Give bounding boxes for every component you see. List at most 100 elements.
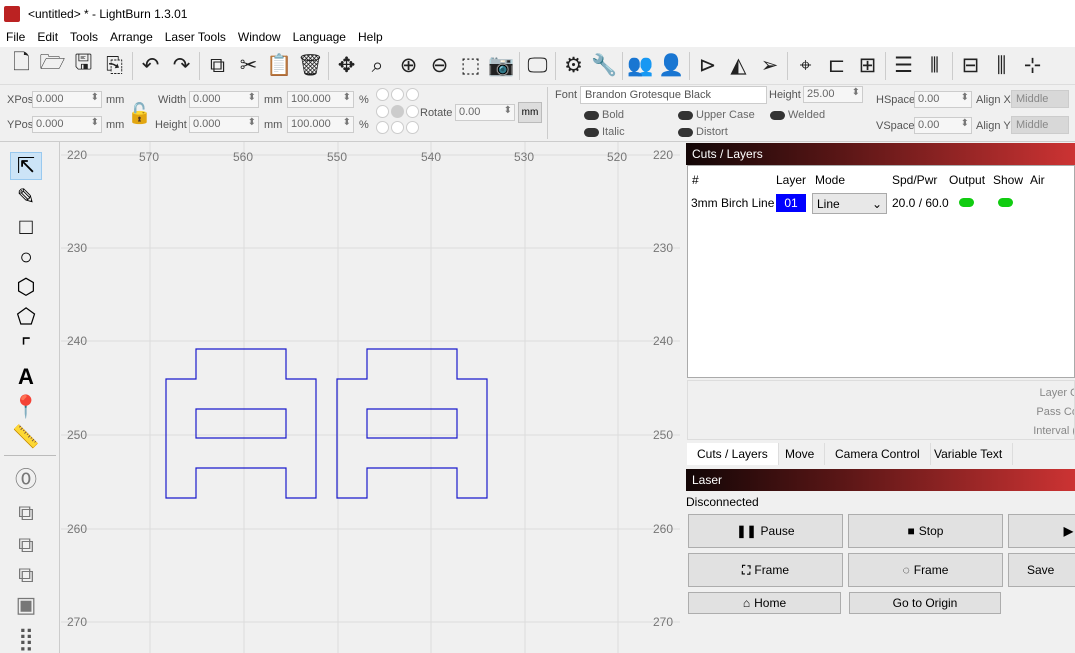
tab-variable-text[interactable]: Variable Text [924,443,1014,465]
zoom-fit-icon[interactable]: ⌕ [362,51,393,81]
rectangle-icon[interactable]: □ [10,213,42,241]
italic-toggle[interactable]: Italic [584,126,625,138]
scale-height-input[interactable]: 100.000 [287,116,354,133]
width-input[interactable]: 0.000 [189,91,259,108]
target-icon[interactable]: ⌖ [790,51,821,81]
stop-button[interactable]: ■ Stop [848,514,1003,548]
settings-icon[interactable]: ⚙ [558,51,589,81]
menu-file[interactable]: File [0,30,31,44]
undo-icon[interactable]: ↶ [135,51,166,81]
frame-icon[interactable]: ⌜ [10,333,42,361]
polygon-icon[interactable]: ⬡ [10,273,42,301]
ruler-icon[interactable]: 📏 [10,423,42,451]
zoom-in-icon[interactable]: ⊕ [393,51,424,81]
anchor-selector[interactable] [376,88,419,136]
pentagon-icon[interactable]: ⬠ [10,303,42,331]
paste-icon[interactable]: 📋 [264,51,295,81]
height-input[interactable]: 0.000 [189,116,259,133]
rotate-input[interactable]: 0.00 [455,104,515,121]
align-middle-icon[interactable]: ⫴ [919,51,950,81]
zoom-out-icon[interactable]: ⊖ [424,51,455,81]
menu-tools[interactable]: Tools [64,30,104,44]
distribute-v-icon[interactable]: ⫼ [986,51,1017,81]
menu-language[interactable]: Language [287,30,352,44]
boolean-intersect-icon[interactable]: ⧉ [10,561,42,589]
distort-toggle[interactable]: Distort [678,126,728,138]
design-canvas[interactable]: 570 560 550 540 530 520 220 230 240 250 … [61,142,680,653]
distribute-h-icon[interactable]: ⊟ [955,51,986,81]
lock-icon[interactable]: 🔓 [127,101,152,126]
output-toggle[interactable] [959,198,974,207]
user-icon[interactable]: 👤 [656,51,687,81]
align-left-icon[interactable]: ⊏ [821,51,852,81]
home-button[interactable]: ⌂ Home [688,592,841,614]
font-select[interactable]: Brandon Grotesque Black [580,86,767,104]
mode-select[interactable]: Line ⌄ [812,192,887,214]
shape-outline-1[interactable] [165,348,317,499]
cut-icon[interactable]: ✂ [233,51,264,81]
tab-camera-control[interactable]: Camera Control [825,443,931,465]
shape-outline-2[interactable] [336,348,488,499]
send-icon[interactable]: ➢ [754,51,785,81]
canvas-svg[interactable] [61,142,680,653]
grid-array-icon[interactable]: ⣿ [10,625,42,653]
xpos-input[interactable]: 0.000 [32,91,102,108]
layer-row[interactable]: 3mm Birch Line 01 Line ⌄ 20.0 / 60.0 [688,190,1045,216]
text-height-input[interactable]: 25.00 [803,86,863,103]
group-icon[interactable]: 👥 [625,51,656,81]
open-folder-icon[interactable]: 🗁 [37,51,68,81]
save-gcode-button[interactable]: Save [1008,553,1075,587]
bold-toggle[interactable]: Bold [584,109,624,121]
tools-icon[interactable]: 🔧 [589,51,620,81]
upper-case-toggle[interactable]: Upper Case [678,109,755,121]
new-file-icon[interactable]: 🗋 [6,51,37,81]
hspace-input[interactable]: 0.00 [914,91,972,108]
menu-edit[interactable]: Edit [31,30,64,44]
pin-icon[interactable]: 📍 [10,393,42,421]
ellipse-icon[interactable]: ○ [10,243,42,271]
text-icon[interactable]: A [10,363,42,391]
mirror-h-icon[interactable]: ⊳ [692,51,723,81]
align-top-icon[interactable]: ☰ [888,51,919,81]
vspace-input[interactable]: 0.00 [914,117,972,134]
boolean-subtract-icon[interactable]: ⧉ [10,531,42,559]
frame-button[interactable]: ⛶ Frame [688,553,843,587]
ypos-input[interactable]: 0.000 [32,116,102,133]
show-toggle[interactable] [998,198,1013,207]
offset-icon[interactable]: ⓪ [10,464,42,492]
redo-icon[interactable]: ↷ [166,51,197,81]
save-as-icon[interactable]: ⎘ [99,51,130,81]
pen-icon[interactable]: ✎ [10,183,42,211]
start-button[interactable]: ▶ [1008,514,1075,548]
align-center-icon[interactable]: ⊞ [852,51,883,81]
tab-move[interactable]: Move [775,443,826,465]
copy-icon[interactable]: ⧉ [202,51,233,81]
height-label: Height [155,119,187,131]
unit-toggle-button[interactable]: mm [518,102,542,123]
scale-width-input[interactable]: 100.000 [287,91,354,108]
save-icon[interactable]: 🖫 [68,51,99,81]
menu-help[interactable]: Help [352,30,389,44]
camera-icon[interactable]: 📷 [486,51,517,81]
play-icon: ▶ [1063,524,1073,538]
select-frame-icon[interactable]: ⬚ [455,51,486,81]
mirror-v-icon[interactable]: ◭ [723,51,754,81]
move-icon[interactable]: ✥ [331,51,362,81]
layer-color-badge[interactable]: 01 [776,194,806,212]
menu-arrange[interactable]: Arrange [104,30,159,44]
go-to-origin-button[interactable]: Go to Origin [849,592,1001,614]
welded-toggle[interactable]: Welded [770,109,825,121]
menu-laser-tools[interactable]: Laser Tools [159,30,232,44]
delete-icon[interactable]: 🗑 [295,51,326,81]
align-y-select[interactable]: Middle [1011,116,1069,134]
pause-button[interactable]: ❚❚ Pause [688,514,843,548]
frame-circle-button[interactable]: ◌ Frame [848,553,1003,587]
align-x-select[interactable]: Middle [1011,90,1069,108]
distribute-icon[interactable]: ⊹ [1017,51,1048,81]
select-icon[interactable]: ⇱ [10,152,42,180]
weld-icon[interactable]: ▣ [10,591,42,619]
tab-cuts-layers[interactable]: Cuts / Layers [687,443,779,465]
menu-window[interactable]: Window [232,30,287,44]
monitor-icon[interactable]: 🖵 [522,51,553,81]
boolean-union-icon[interactable]: ⧉ [10,499,42,527]
